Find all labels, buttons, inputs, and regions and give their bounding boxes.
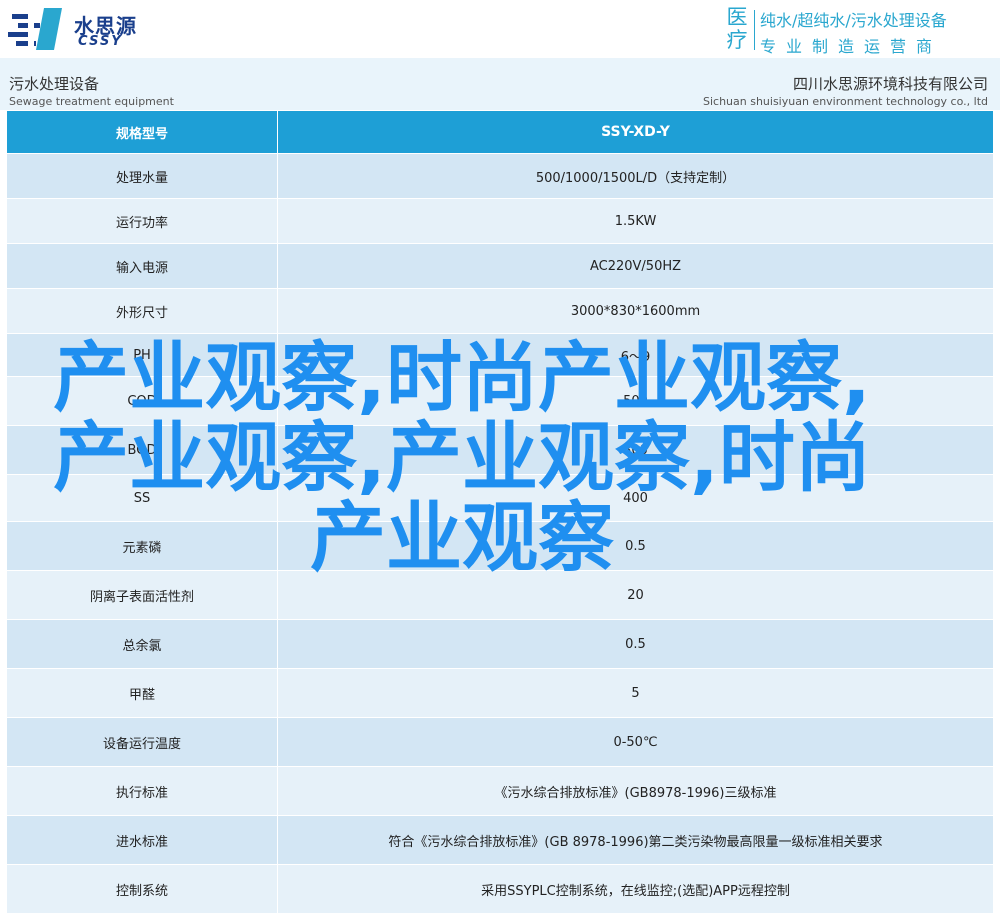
spec-label: 执行标准 [6,766,278,816]
spec-label: 外形尺寸 [6,288,278,334]
company-name-en: Sichuan shuisiyuan environment technolog… [702,95,988,108]
slogan: 医疗 纯水/超纯水/污水处理设备 专业制造运营商 [722,4,994,57]
spec-value: AC220V/50HZ [277,243,994,289]
spec-value: 1.5KW [277,198,994,244]
product-category-en: Sewage treatment equipment [9,95,174,108]
spec-value: 0.5 [277,619,994,669]
spec-value: 500/1000/1500L/D（支持定制） [277,153,994,199]
spec-value: 3000*830*1600mm [277,288,994,334]
watermark-text: 产业观察,时尚产业观察,产业观察,产业观察,时尚产业观察 [53,333,871,582]
table-row: 执行标准 《污水综合排放标准》(GB8978-1996)三级标准 [6,766,994,816]
spec-label: 甲醛 [6,668,278,718]
table-row: 总余氯 0.5 [6,619,994,669]
table-row: 输入电源 AC220V/50HZ [6,243,994,289]
spec-label: 总余氯 [6,619,278,669]
spec-value: 符合《污水综合排放标准》(GB 8978-1996)第二类污染物最高限量一级标准… [277,815,994,865]
table-header-row: 规格型号 SSY-XD-Y [6,110,994,154]
spec-label: 控制系统 [6,864,278,914]
spec-value: 《污水综合排放标准》(GB8978-1996)三级标准 [277,766,994,816]
top-bar: 水思源 CSSY 医疗 纯水/超纯水/污水处理设备 专业制造运营商 [0,0,1000,58]
spec-label: 进水标准 [6,815,278,865]
slogan-divider [754,10,755,50]
spec-label: 输入电源 [6,243,278,289]
spec-value: 5 [277,668,994,718]
spec-value: SSY-XD-Y [277,110,994,154]
spec-label: 运行功率 [6,198,278,244]
spec-value: 0-50℃ [277,717,994,767]
table-row: 外形尺寸 3000*830*1600mm [6,288,994,334]
table-row: 处理水量 500/1000/1500L/D（支持定制） [6,153,994,199]
slogan-medical: 医疗 [726,5,748,52]
spec-value: 采用SSYPLC控制系统，在线监控;(选配)APP远程控制 [277,864,994,914]
table-row: 进水标准 符合《污水综合排放标准》(GB 8978-1996)第二类污染物最高限量… [6,815,994,865]
spec-label: 设备运行温度 [6,717,278,767]
slogan-line-1: 纯水/超纯水/污水处理设备 [760,11,947,30]
table-row: 甲醛 5 [6,668,994,718]
table-row: 运行功率 1.5KW [6,198,994,244]
slogan-line-2: 专业制造运营商 [760,37,943,56]
product-category-cn: 污水处理设备 [9,75,100,93]
table-row: 设备运行温度 0-50℃ [6,717,994,767]
sub-header: 污水处理设备 Sewage treatment equipment 四川水思源环… [0,58,1000,110]
spec-label: 处理水量 [6,153,278,199]
logo-english-name: CSSY [78,34,123,49]
table-row: 控制系统 采用SSYPLC控制系统，在线监控;(选配)APP远程控制 [6,864,994,914]
company-name-cn: 四川水思源环境科技有限公司 [792,75,988,93]
spec-label: 规格型号 [6,110,278,154]
